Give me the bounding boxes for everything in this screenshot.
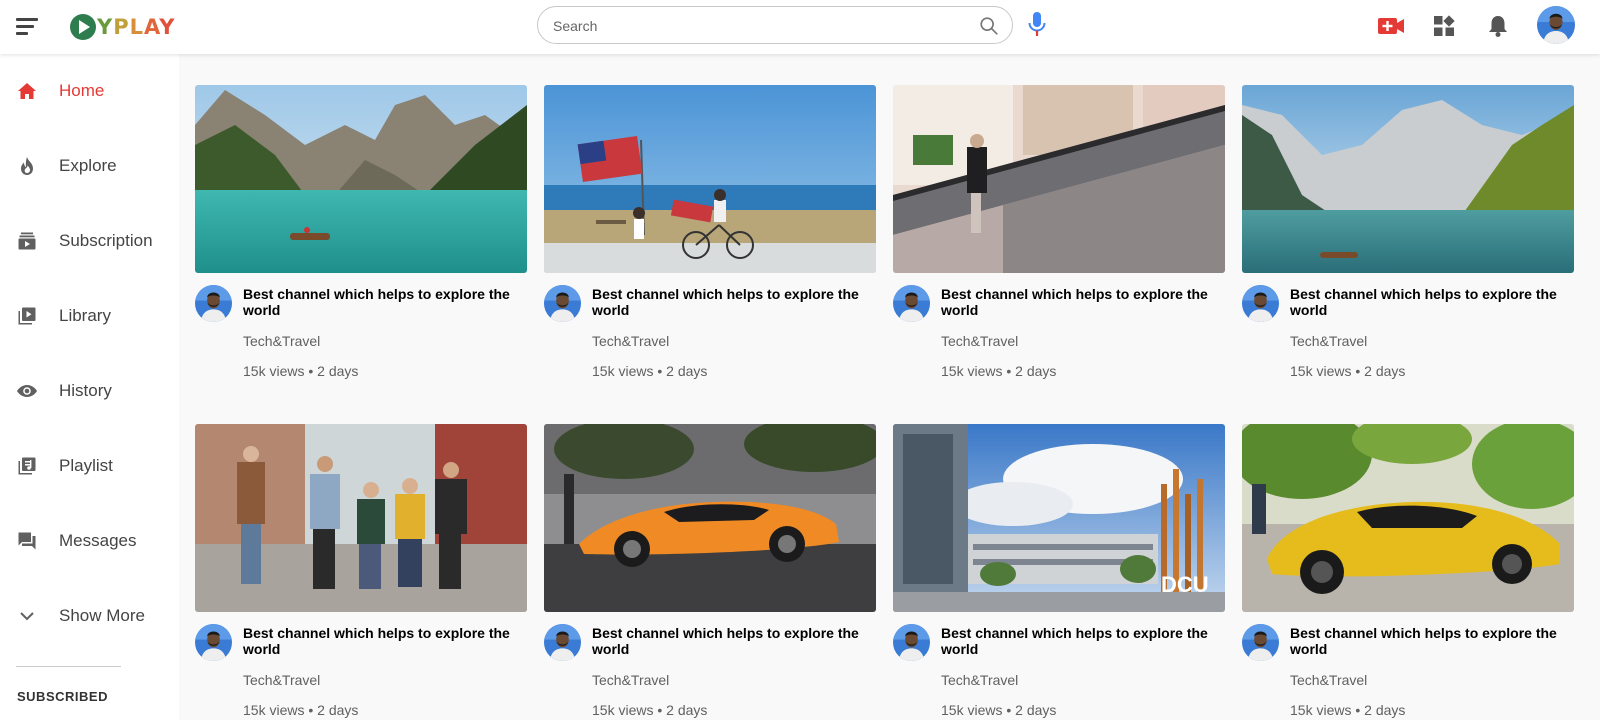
channel-name[interactable]: Tech&Travel: [1290, 672, 1367, 688]
video-thumbnail[interactable]: [544, 424, 876, 612]
video-thumbnail[interactable]: [195, 85, 527, 273]
eye-icon: [16, 380, 38, 402]
channel-avatar[interactable]: [195, 285, 232, 322]
video-meta: 15k views • 2 days: [1290, 702, 1406, 718]
mic-icon[interactable]: [1026, 11, 1048, 39]
sidebar-item-label: Home: [59, 81, 105, 100]
sidebar-item-home[interactable]: Home: [0, 67, 179, 115]
logo-text: YPLAY: [97, 15, 176, 39]
sidebar: Home Explore Subscription Library Histor…: [0, 54, 179, 720]
sidebar-item-label: Explore: [59, 156, 117, 175]
play-logo-icon: [70, 14, 96, 40]
search-input[interactable]: [553, 16, 953, 36]
channel-name[interactable]: Tech&Travel: [1290, 333, 1367, 349]
video-title[interactable]: Best channel which helps to explore the …: [1290, 625, 1574, 657]
channel-name[interactable]: Tech&Travel: [243, 672, 320, 688]
video-title[interactable]: Best channel which helps to explore the …: [592, 625, 876, 657]
video-title[interactable]: Best channel which helps to explore the …: [243, 286, 527, 318]
channel-avatar[interactable]: [893, 624, 930, 661]
chevron-down-icon: [16, 605, 38, 627]
sidebar-item-label: Subscription: [59, 231, 153, 250]
video-title[interactable]: Best channel which helps to explore the …: [1290, 286, 1574, 318]
video-thumbnail[interactable]: [544, 85, 876, 273]
video-thumbnail[interactable]: [1242, 85, 1574, 273]
video-title[interactable]: Best channel which helps to explore the …: [243, 625, 527, 657]
channel-name[interactable]: Tech&Travel: [941, 672, 1018, 688]
sidebar-divider: [16, 666, 121, 667]
library-icon: [16, 305, 38, 327]
home-icon: [16, 80, 38, 102]
video-thumbnail[interactable]: [195, 424, 527, 612]
sidebar-item-library[interactable]: Library: [0, 292, 179, 340]
channel-avatar[interactable]: [544, 624, 581, 661]
search-box: [537, 6, 1013, 44]
channel-name[interactable]: Tech&Travel: [941, 333, 1018, 349]
sidebar-item-show-more[interactable]: Show More: [0, 592, 179, 640]
avatar[interactable]: [1537, 6, 1575, 44]
video-meta: 15k views • 2 days: [1290, 363, 1406, 379]
top-bar: YPLAY: [0, 0, 1600, 54]
channel-avatar[interactable]: [1242, 285, 1279, 322]
sidebar-item-label: Playlist: [59, 456, 113, 475]
sidebar-item-label: History: [59, 381, 112, 400]
video-meta: 15k views • 2 days: [243, 702, 359, 718]
subscriptions-icon: [16, 230, 38, 252]
sidebar-item-label: Library: [59, 306, 111, 325]
channel-name[interactable]: Tech&Travel: [592, 672, 669, 688]
video-meta: 15k views • 2 days: [592, 363, 708, 379]
subscribed-heading: SUBSCRIBED: [17, 689, 108, 704]
channel-avatar[interactable]: [1242, 624, 1279, 661]
video-thumbnail[interactable]: [1242, 424, 1574, 612]
fire-icon: [16, 155, 38, 177]
logo[interactable]: YPLAY: [70, 8, 175, 46]
campus-sign-text: DCU: [1161, 572, 1209, 597]
message-icon: [16, 530, 38, 552]
sidebar-item-history[interactable]: History: [0, 367, 179, 415]
menu-icon[interactable]: [14, 13, 40, 39]
apps-icon[interactable]: [1430, 12, 1458, 40]
channel-avatar[interactable]: [544, 285, 581, 322]
video-meta: 15k views • 2 days: [243, 363, 359, 379]
channel-avatar[interactable]: [195, 624, 232, 661]
search-icon[interactable]: [978, 15, 1000, 37]
video-meta: 15k views • 2 days: [592, 702, 708, 718]
video-meta: 15k views • 2 days: [941, 702, 1057, 718]
video-meta: 15k views • 2 days: [941, 363, 1057, 379]
video-title[interactable]: Best channel which helps to explore the …: [941, 286, 1225, 318]
sidebar-item-label: Show More: [59, 606, 145, 625]
video-thumbnail[interactable]: [893, 85, 1225, 273]
video-thumbnail[interactable]: DCU: [893, 424, 1225, 612]
video-add-icon[interactable]: [1377, 12, 1405, 40]
channel-avatar[interactable]: [893, 285, 930, 322]
sidebar-item-playlist[interactable]: Playlist: [0, 442, 179, 490]
video-title[interactable]: Best channel which helps to explore the …: [941, 625, 1225, 657]
sidebar-item-messages[interactable]: Messages: [0, 517, 179, 565]
sidebar-item-explore[interactable]: Explore: [0, 142, 179, 190]
video-title[interactable]: Best channel which helps to explore the …: [592, 286, 876, 318]
channel-name[interactable]: Tech&Travel: [592, 333, 669, 349]
sidebar-item-label: Messages: [59, 531, 137, 550]
channel-name[interactable]: Tech&Travel: [243, 333, 320, 349]
playlist-icon: [16, 455, 38, 477]
bell-icon[interactable]: [1484, 12, 1512, 40]
sidebar-item-subscription[interactable]: Subscription: [0, 217, 179, 265]
